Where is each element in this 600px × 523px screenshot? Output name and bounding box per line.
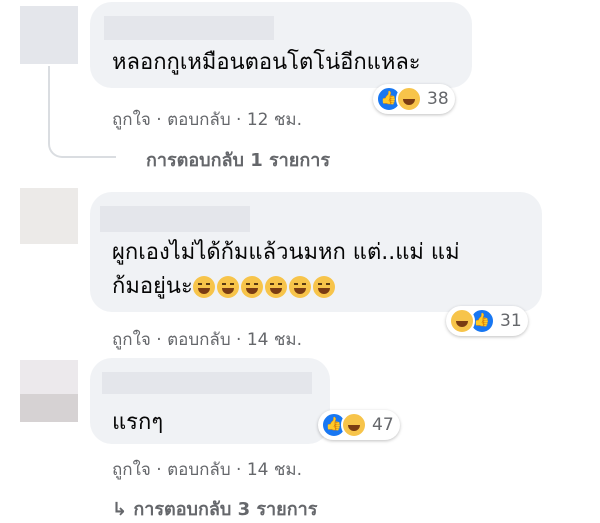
timestamp[interactable]: 14 ชม.: [247, 460, 302, 480]
commenter-name-redacted[interactable]: [100, 206, 250, 232]
comment-bubble: ผูกเองไม่ได้ก้มแล้วนมหก แต่..แม่ แม่ ก้ม…: [90, 192, 542, 312]
haha-reaction-icon: [449, 308, 475, 334]
commenter-avatar[interactable]: [20, 6, 78, 64]
view-replies-label: การตอบกลับ 3 รายการ: [133, 499, 318, 520]
reactions-summary[interactable]: 👍 31: [446, 306, 528, 336]
reactions-summary[interactable]: 👍 38: [373, 84, 455, 114]
laughing-crying-emoji-icon: [288, 276, 311, 298]
comment-text: แรกๆ: [112, 410, 164, 435]
haha-reaction-icon: [396, 86, 422, 112]
commenter-name-redacted[interactable]: [102, 372, 312, 394]
like-link[interactable]: ถูกใจ: [112, 110, 151, 130]
separator: ·: [156, 460, 162, 480]
reactions-summary[interactable]: 👍 47: [318, 410, 400, 440]
comment-text-line-1: ผูกเองไม่ได้ก้มแล้วนมหก แต่..แม่ แม่: [112, 240, 460, 265]
view-replies-link[interactable]: ↳ การตอบกลับ 3 รายการ: [112, 494, 317, 523]
separator: ·: [236, 460, 242, 480]
like-link[interactable]: ถูกใจ: [112, 330, 151, 350]
like-link[interactable]: ถูกใจ: [112, 460, 151, 480]
comment-actions: ถูกใจ · ตอบกลับ · 12 ชม.: [112, 106, 302, 133]
comment-bubble: หลอกกูเหมือนตอนโตโน่อีกแหละ: [90, 2, 472, 88]
commenter-avatar[interactable]: [20, 188, 78, 244]
reply-arrow-icon: ↳: [112, 499, 128, 520]
laughing-crying-emoji-icon: [216, 276, 239, 298]
timestamp[interactable]: 12 ชม.: [247, 110, 302, 130]
reply-link[interactable]: ตอบกลับ: [167, 460, 231, 480]
comment-actions: ถูกใจ · ตอบกลับ · 14 ชม.: [112, 326, 302, 353]
laughing-crying-emoji-icon: [240, 276, 263, 298]
laughing-crying-emoji-icon: [312, 276, 335, 298]
comment-text: หลอกกูเหมือนตอนโตโน่อีกแหละ: [112, 50, 421, 75]
commenter-avatar[interactable]: [20, 360, 78, 422]
separator: ·: [156, 110, 162, 130]
comment-actions: ถูกใจ · ตอบกลับ · 14 ชม.: [112, 456, 302, 483]
separator: ·: [236, 110, 242, 130]
reaction-count: 31: [500, 311, 522, 331]
commenter-name-redacted[interactable]: [104, 16, 274, 40]
reply-link[interactable]: ตอบกลับ: [167, 330, 231, 350]
haha-reaction-icon: [341, 412, 367, 438]
comment-text-line-2-text: ก้มอยู่นะ: [112, 274, 193, 299]
timestamp[interactable]: 14 ชม.: [247, 330, 302, 350]
reply-link[interactable]: ตอบกลับ: [167, 110, 231, 130]
reaction-count: 38: [427, 89, 449, 109]
view-replies-link[interactable]: การตอบกลับ 1 รายการ: [146, 145, 330, 174]
reaction-count: 47: [372, 415, 394, 435]
comment-text-line-2: ก้มอยู่นะ: [112, 270, 337, 304]
laughing-crying-emoji-icon: [192, 276, 215, 298]
comment-bubble: แรกๆ: [90, 358, 330, 444]
separator: ·: [156, 330, 162, 350]
separator: ·: [236, 330, 242, 350]
laughing-crying-emoji-icon: [264, 276, 287, 298]
